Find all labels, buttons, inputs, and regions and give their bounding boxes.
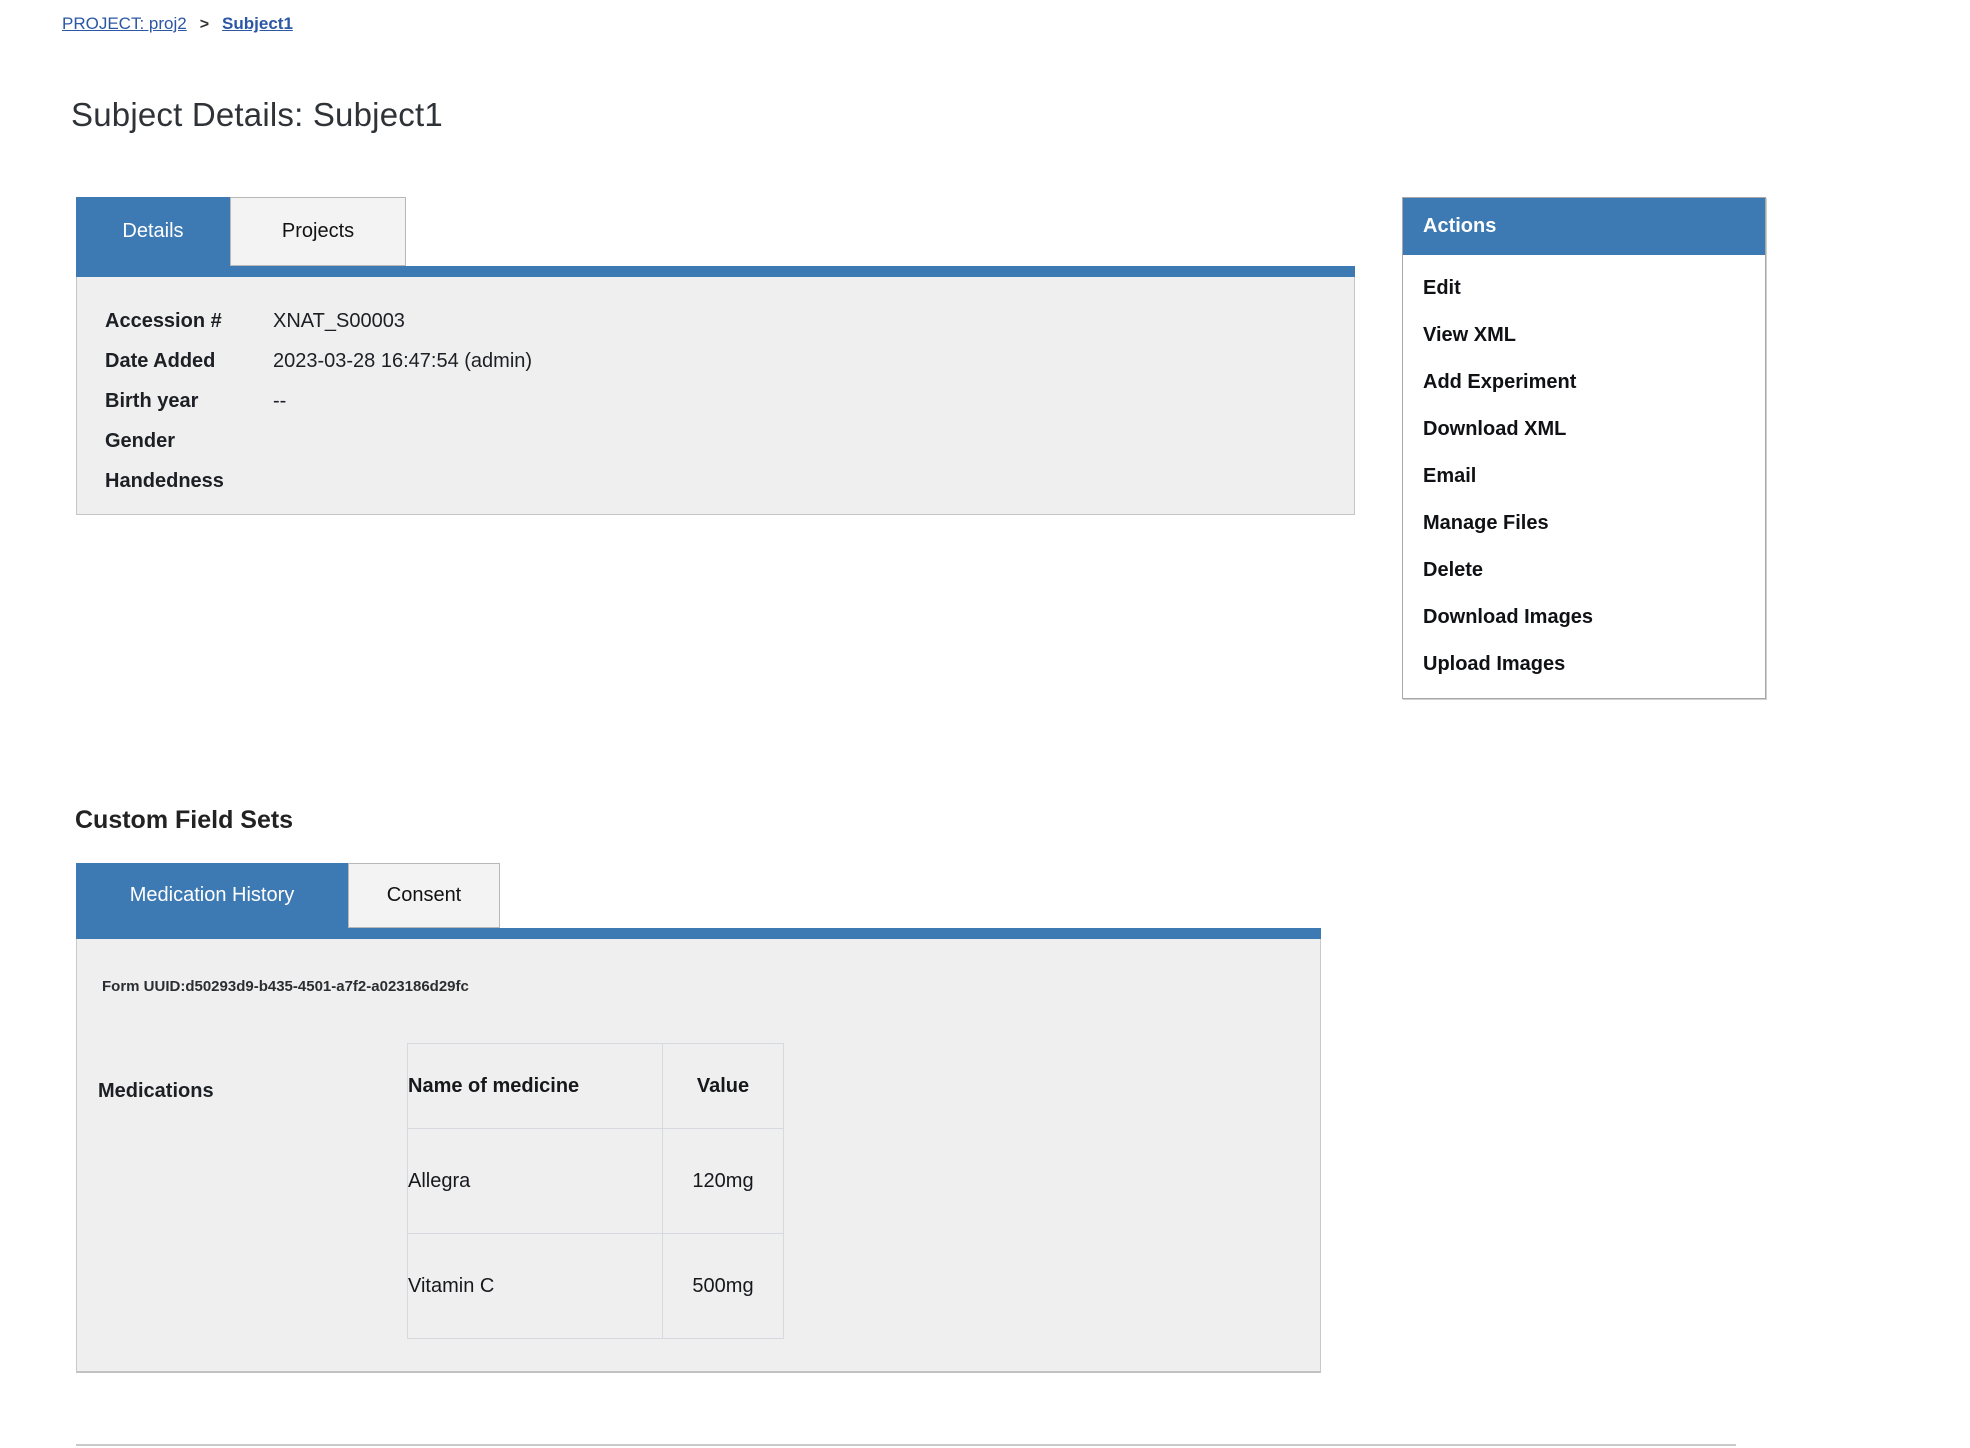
medicine-name-cell: Vitamin C <box>408 1234 663 1339</box>
details-tab-underline-bar <box>76 266 1355 277</box>
page-title: Subject Details: Subject1 <box>71 96 443 134</box>
action-download-images[interactable]: Download Images <box>1403 594 1765 641</box>
tab-projects[interactable]: Projects <box>230 197 406 266</box>
tab-consent[interactable]: Consent <box>348 863 500 928</box>
medicine-value-cell: 500mg <box>663 1234 784 1339</box>
actions-panel-header: Actions <box>1403 198 1765 255</box>
field-label: Date Added <box>105 341 273 381</box>
field-row-handedness: Handedness <box>105 461 1354 501</box>
action-view-xml[interactable]: View XML <box>1403 312 1765 359</box>
column-header-value: Value <box>663 1044 784 1129</box>
action-upload-images[interactable]: Upload Images <box>1403 641 1765 688</box>
medications-table: Name of medicine Value Allegra 120mg Vit… <box>407 1043 784 1339</box>
field-row-date-added: Date Added 2023-03-28 16:47:54 (admin) <box>105 341 1354 381</box>
column-header-name-of-medicine: Name of medicine <box>408 1044 663 1129</box>
breadcrumb-project-link[interactable]: PROJECT: proj2 <box>62 14 187 33</box>
details-tab-bar: Details Projects <box>76 197 406 266</box>
custom-tab-underline-bar <box>76 928 1321 939</box>
details-field-list: Accession # XNAT_S00003 Date Added 2023-… <box>77 277 1354 501</box>
custom-field-sets-heading: Custom Field Sets <box>75 806 293 835</box>
field-label: Accession # <box>105 301 273 341</box>
custom-fields-tab-bar: Medication History Consent <box>76 863 500 928</box>
field-value: 2023-03-28 16:47:54 (admin) <box>273 341 532 381</box>
field-value: XNAT_S00003 <box>273 301 405 341</box>
breadcrumb-subject-link[interactable]: Subject1 <box>222 14 293 33</box>
medications-table-header-row: Name of medicine Value <box>408 1044 784 1129</box>
action-download-xml[interactable]: Download XML <box>1403 406 1765 453</box>
medicine-value-cell: 120mg <box>663 1129 784 1234</box>
action-edit[interactable]: Edit <box>1403 265 1765 312</box>
field-label: Handedness <box>105 461 273 501</box>
field-label: Gender <box>105 421 273 461</box>
field-row-birth-year: Birth year -- <box>105 381 1354 421</box>
breadcrumb-separator: > <box>200 13 209 37</box>
action-email[interactable]: Email <box>1403 453 1765 500</box>
action-add-experiment[interactable]: Add Experiment <box>1403 359 1765 406</box>
actions-panel: Actions Edit View XML Add Experiment Dow… <box>1402 197 1766 699</box>
table-row: Allegra 120mg <box>408 1129 784 1234</box>
form-uuid-label: Form UUID:d50293d9-b435-4501-a7f2-a02318… <box>102 978 469 995</box>
field-label: Birth year <box>105 381 273 421</box>
tab-details[interactable]: Details <box>76 197 230 266</box>
action-manage-files[interactable]: Manage Files <box>1403 500 1765 547</box>
medicine-name-cell: Allegra <box>408 1129 663 1234</box>
field-value: -- <box>273 381 286 421</box>
field-row-accession: Accession # XNAT_S00003 <box>105 301 1354 341</box>
tab-medication-history[interactable]: Medication History <box>76 863 348 928</box>
breadcrumb: PROJECT: proj2 > Subject1 <box>62 12 293 37</box>
medications-label: Medications <box>98 1080 214 1103</box>
bottom-divider <box>76 1444 1736 1446</box>
details-panel: Accession # XNAT_S00003 Date Added 2023-… <box>76 277 1355 515</box>
actions-list: Edit View XML Add Experiment Download XM… <box>1403 255 1765 688</box>
table-row: Vitamin C 500mg <box>408 1234 784 1339</box>
action-delete[interactable]: Delete <box>1403 547 1765 594</box>
field-row-gender: Gender <box>105 421 1354 461</box>
